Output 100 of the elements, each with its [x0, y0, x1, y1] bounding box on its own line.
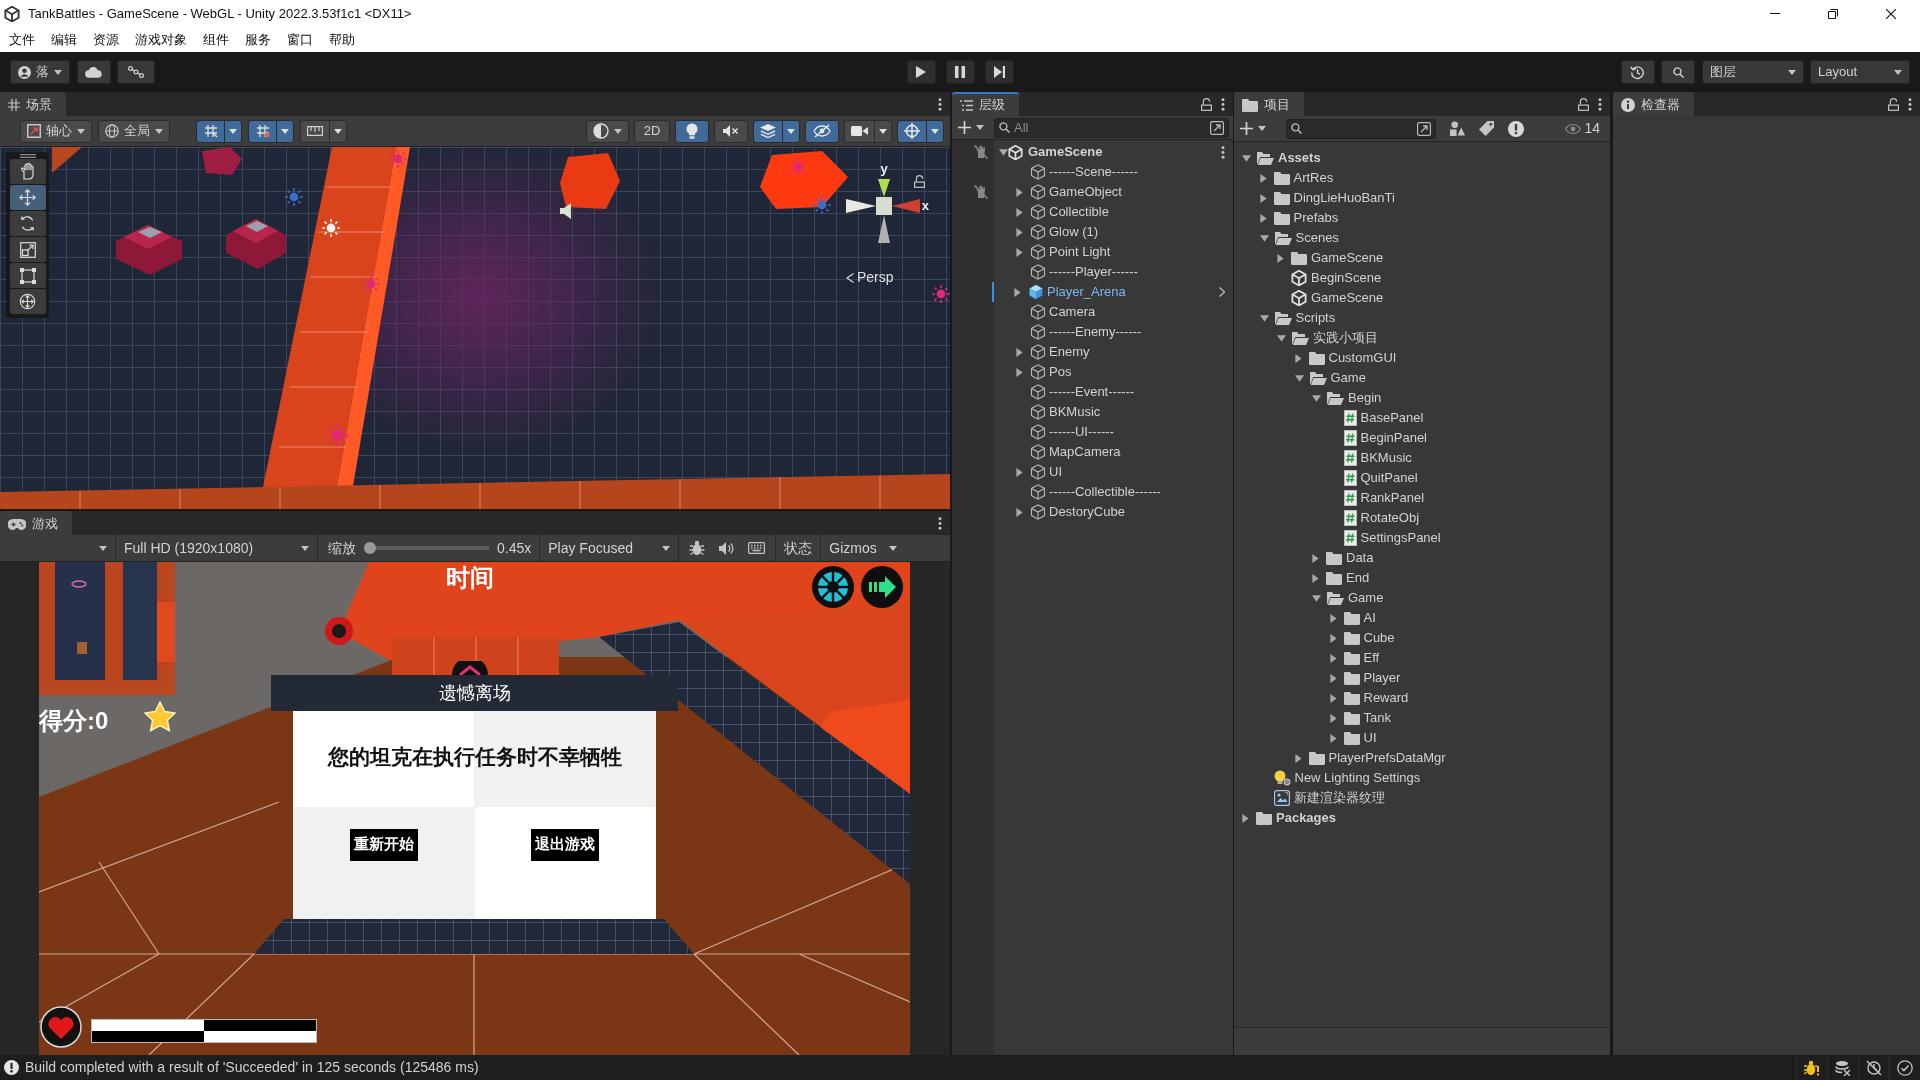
collapse-arrow-icon[interactable]: [1242, 154, 1251, 162]
expand-arrow-icon[interactable]: [1312, 553, 1319, 563]
asset-name[interactable]: ArtRes: [1293, 168, 1334, 188]
type-filter-icon[interactable]: [1450, 121, 1465, 136]
arrow-right-icon[interactable]: [861, 566, 903, 608]
collapse-arrow-icon[interactable]: [1312, 394, 1321, 402]
status-message[interactable]: Build completed with a result of 'Succeeded' in 125 seconds (125486 ms): [25, 1057, 479, 1078]
expand-arrow-icon[interactable]: [1016, 247, 1023, 257]
dialog-button[interactable]: 退出游戏: [531, 828, 600, 861]
settings-icon[interactable]: [812, 566, 854, 608]
light-icon[interactable]: [931, 284, 950, 304]
asset-name[interactable]: Game: [1348, 588, 1384, 608]
pause-button[interactable]: [945, 60, 975, 84]
expand-arrow-icon[interactable]: [1277, 253, 1284, 263]
asset-name[interactable]: Begin: [1348, 388, 1382, 408]
menu-item[interactable]: 游戏对象: [129, 27, 193, 52]
scene-view-toggle[interactable]: [714, 119, 748, 143]
cube-block[interactable]: [760, 151, 848, 209]
asset-name[interactable]: Player: [1363, 668, 1401, 688]
more-icon[interactable]: [1221, 97, 1225, 111]
more-icon[interactable]: [938, 516, 942, 530]
asset-name[interactable]: Tank: [1363, 708, 1391, 728]
move-tool-button[interactable]: [9, 185, 46, 210]
projection-label[interactable]: Persp: [857, 267, 894, 288]
rect-tool-button[interactable]: [9, 263, 46, 288]
object-name[interactable]: Collectible: [1049, 202, 1109, 222]
menu-item[interactable]: 服务: [239, 27, 277, 52]
cube-block[interactable]: [560, 153, 620, 209]
cloud-button[interactable]: [76, 60, 111, 84]
menu-item[interactable]: 资源: [87, 27, 125, 52]
menu-item[interactable]: 帮助: [323, 27, 361, 52]
layout-dropdown[interactable]: Layout: [1810, 60, 1910, 84]
history-button[interactable]: [1620, 60, 1655, 84]
object-name[interactable]: Point Light: [1049, 242, 1111, 262]
play-button[interactable]: [906, 60, 936, 84]
expand-arrow-icon[interactable]: [1259, 173, 1267, 183]
expand-arrow-icon[interactable]: [1014, 287, 1021, 297]
asset-name[interactable]: CustomGUI: [1328, 348, 1397, 368]
menu-item[interactable]: 窗口: [281, 27, 319, 52]
asset-name[interactable]: PlayerPrefsDataMgr: [1328, 748, 1446, 768]
hierarchy-tab[interactable]: 层级: [952, 92, 1019, 116]
asset-name[interactable]: Data: [1346, 548, 1374, 568]
chevron-right-icon[interactable]: [1219, 287, 1225, 297]
expand-arrow-icon[interactable]: [1329, 713, 1337, 723]
menu-item[interactable]: 编辑: [45, 27, 83, 52]
bug-warning-icon[interactable]: [1804, 1059, 1820, 1076]
collapse-arrow-icon[interactable]: [1312, 594, 1321, 602]
expand-arrow-icon[interactable]: [1016, 187, 1023, 197]
asset-name[interactable]: BeginScene: [1311, 268, 1382, 288]
asset-name[interactable]: BeginPanel: [1360, 428, 1427, 448]
expand-arrow-icon[interactable]: [1329, 653, 1337, 663]
close-icon[interactable]: [1886, 8, 1896, 19]
object-name[interactable]: GameObject: [1049, 182, 1122, 202]
game-tab[interactable]: 游戏: [0, 511, 72, 535]
snap-toggle[interactable]: [300, 119, 329, 143]
object-name[interactable]: ------Collectible------: [1049, 482, 1161, 502]
keyboard-icon[interactable]: [748, 542, 766, 554]
inspector-tab[interactable]: 检查器: [1613, 92, 1694, 116]
scene-view-toggle[interactable]: [897, 119, 926, 143]
asset-name[interactable]: New Lighting Settings: [1294, 768, 1421, 788]
asset-name[interactable]: GameScene: [1311, 288, 1384, 308]
options-dropdown[interactable]: [276, 119, 294, 143]
play-mode-dropdown[interactable]: Play Focused: [539, 535, 680, 561]
menu-item[interactable]: 文件: [3, 27, 41, 52]
menu-item[interactable]: 组件: [197, 27, 235, 52]
asset-name[interactable]: SettingsPanel: [1360, 528, 1441, 548]
options-dropdown[interactable]: [224, 119, 242, 143]
expand-arrow-icon[interactable]: [1016, 507, 1023, 517]
bug-icon[interactable]: [689, 540, 706, 556]
scene-name[interactable]: GameScene: [1028, 142, 1103, 162]
expand-arrow-icon[interactable]: [1259, 213, 1267, 223]
search-window-icon[interactable]: [1417, 121, 1431, 136]
expand-arrow-icon[interactable]: [1016, 227, 1023, 237]
object-name[interactable]: ------Enemy------: [1049, 322, 1142, 342]
expand-arrow-icon[interactable]: [1016, 367, 1023, 377]
asset-name[interactable]: Scenes: [1295, 228, 1339, 248]
label-tag-icon[interactable]: [1479, 121, 1494, 136]
more-icon[interactable]: [1598, 97, 1602, 111]
scene-view-toggle[interactable]: [753, 119, 782, 143]
more-icon[interactable]: [1908, 97, 1912, 111]
expand-arrow-icon[interactable]: [1259, 193, 1267, 203]
lock-icon[interactable]: [914, 175, 925, 188]
expand-arrow-icon[interactable]: [1312, 573, 1319, 583]
options-dropdown[interactable]: [782, 119, 800, 143]
scene-view-toggle[interactable]: [805, 119, 839, 143]
asset-name[interactable]: 新建渲染器纹理: [1293, 788, 1385, 808]
scene-view-toggle[interactable]: [675, 119, 709, 143]
collapse-arrow-icon[interactable]: [1277, 334, 1286, 342]
asset-name[interactable]: BasePanel: [1360, 408, 1424, 428]
search-field[interactable]: [1286, 118, 1436, 139]
hidden-packages-toggle[interactable]: 14: [1559, 117, 1606, 140]
object-name[interactable]: DestoryCube: [1049, 502, 1125, 522]
scale-tool-button[interactable]: [9, 237, 46, 262]
expand-arrow-icon[interactable]: [1329, 613, 1337, 623]
space-dropdown[interactable]: 全局: [98, 119, 170, 143]
axis-gizmo-icon[interactable]: [846, 179, 920, 243]
options-dropdown[interactable]: [926, 119, 944, 143]
2d-toggle[interactable]: 2D: [634, 119, 670, 143]
collapse-arrow-icon[interactable]: [1259, 234, 1269, 242]
expand-arrow-icon[interactable]: [1329, 673, 1337, 683]
